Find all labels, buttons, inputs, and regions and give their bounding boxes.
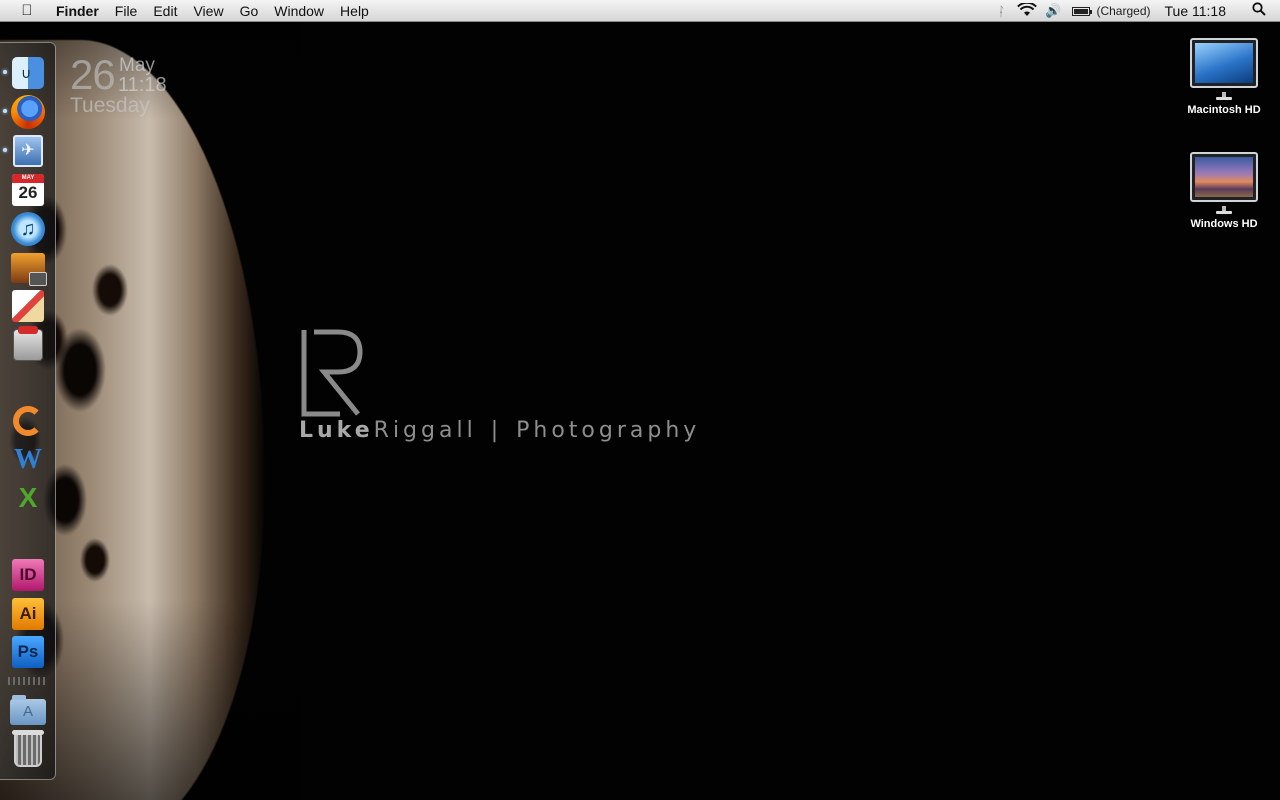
brand-photography: Photography (516, 418, 701, 443)
lr-logo-icon (301, 329, 363, 417)
menu-view[interactable]: View (185, 0, 231, 22)
menu-go[interactable]: Go (232, 0, 267, 22)
dock-finder[interactable] (3, 55, 46, 91)
widget-time: 11:18 (118, 74, 167, 96)
battery-icon[interactable] (1072, 4, 1096, 19)
iphoto-icon (11, 253, 47, 286)
dock-firefox[interactable] (3, 94, 46, 130)
dock-installer[interactable] (10, 326, 46, 363)
brand-separator: | (490, 418, 503, 443)
desktop-icon-windows-hd[interactable]: Windows HD (1174, 152, 1274, 230)
dock-separator[interactable] (8, 677, 48, 685)
illustrator-icon: Ai (12, 598, 44, 630)
menu-file[interactable]: File (107, 0, 146, 22)
desktop-icon-macintosh-hd[interactable]: Macintosh HD (1174, 38, 1274, 116)
excel-icon: X (18, 482, 38, 513)
menu-extras: ᛛ 🔊 (Charged) Tue 11:18 (988, 0, 1280, 22)
dock-indesign[interactable]: ID (10, 557, 46, 593)
photoshop-icon: Ps (12, 636, 44, 668)
spotlight-search-icon[interactable] (1244, 2, 1274, 20)
calendar-date: 26 (18, 183, 38, 202)
firefox-icon (11, 95, 45, 129)
brand-first-name: Luke (299, 418, 374, 443)
applications-folder-icon: A (10, 695, 46, 725)
dock-applications-folder[interactable]: A (10, 694, 46, 730)
dock-mail[interactable]: ✈ (3, 133, 46, 169)
mail-icon: ✈ (13, 135, 43, 167)
brand-last-name: Riggall (373, 418, 477, 443)
dock-textedit[interactable] (10, 288, 46, 324)
dock-word[interactable]: W (10, 442, 46, 478)
running-indicator (3, 70, 7, 74)
widget-month: May (119, 55, 155, 76)
dock-photoshop[interactable]: Ps (10, 634, 46, 670)
desktop-icon-label: Windows HD (1190, 218, 1258, 230)
dock-iphoto[interactable] (10, 250, 47, 286)
apple-icon[interactable]:  (16, 2, 38, 19)
windows-hd-icon (1190, 152, 1258, 214)
wifi-icon[interactable] (1014, 1, 1040, 20)
dock: ✈ MAY 26 ♫ W X ID Ai Ps A (0, 42, 56, 780)
running-indicator (3, 148, 7, 152)
trash-icon (12, 730, 44, 767)
desktop-icon-label: Macintosh HD (1187, 104, 1261, 116)
macintosh-hd-icon (1190, 38, 1258, 100)
menu-help[interactable]: Help (332, 0, 377, 22)
widget-weekday: Tuesday (70, 94, 150, 117)
desktop-wallpaper (0, 0, 1280, 800)
running-indicator (3, 109, 7, 113)
calendar-icon: MAY 26 (12, 174, 44, 206)
itunes-icon: ♫ (11, 212, 45, 246)
powerpoint-icon (13, 406, 43, 436)
menu-window[interactable]: Window (266, 0, 332, 22)
bluetooth-icon[interactable]: ᛛ (988, 4, 1014, 19)
dock-powerpoint[interactable] (10, 403, 46, 439)
dock-itunes[interactable]: ♫ (10, 211, 46, 247)
word-icon: W (14, 444, 42, 475)
indesign-icon: ID (12, 559, 44, 591)
dock-ical[interactable]: MAY 26 (10, 172, 46, 208)
dock-illustrator[interactable]: Ai (10, 596, 46, 632)
finder-icon (12, 57, 44, 89)
brand-tagline: LukeRiggall | Photography (299, 418, 700, 443)
menu-bar:  Finder File Edit View Go Window Help ᛛ… (0, 0, 1280, 22)
dock-trash[interactable] (10, 730, 46, 768)
menu-app-finder[interactable]: Finder (48, 0, 107, 22)
dock-excel[interactable]: X (10, 480, 46, 516)
menu-edit[interactable]: Edit (145, 0, 185, 22)
textedit-pencil-icon (12, 290, 44, 322)
widget-day: 26 (70, 51, 116, 98)
installer-icon (13, 326, 43, 361)
menu-clock[interactable]: Tue 11:18 (1165, 3, 1227, 19)
volume-icon[interactable]: 🔊 (1040, 3, 1066, 19)
battery-status-text[interactable]: (Charged) (1096, 4, 1150, 18)
